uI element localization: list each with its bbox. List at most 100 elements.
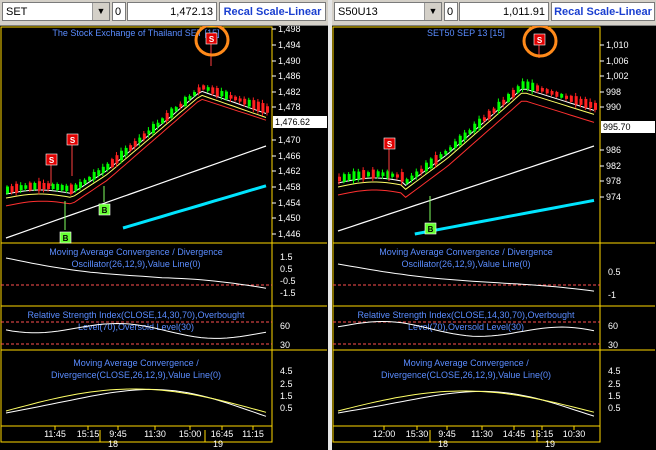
right-candle	[453, 141, 457, 148]
left-trend-line	[122, 184, 267, 230]
right-ma-mid-line	[337, 92, 595, 190]
right-macd2-title-1: Moving Average Convergence /	[403, 358, 529, 368]
left-candle	[47, 183, 51, 190]
left-chart-title: The Stock Exchange of Thailand SET [15]	[52, 28, 219, 38]
left-candle	[33, 182, 37, 190]
right-candle	[497, 101, 501, 111]
chevron-down-icon[interactable]: ▼	[92, 3, 109, 20]
right-candle	[521, 81, 525, 90]
right-signal-label: B	[428, 225, 434, 234]
left-candle	[151, 123, 155, 134]
right-candle	[429, 158, 433, 169]
left-price-axis-label: 1,486	[278, 71, 301, 81]
left-chart-area[interactable]: The Stock Exchange of Thailand SET [15] 1…	[0, 26, 328, 450]
right-last-price-tag: 995.70	[603, 122, 631, 132]
right-rsi-axis-label: 30	[608, 340, 618, 350]
right-candle	[415, 171, 419, 177]
left-macd2-axis-label: 2.5	[280, 379, 293, 389]
left-time-label: 11:15	[242, 429, 264, 439]
right-ma-slow-line	[337, 100, 595, 198]
left-macd2-line	[5, 388, 267, 413]
left-price-axis-label: 1,454	[278, 198, 301, 208]
left-rsi-title-1: Relative Strength Index(CLOSE,14,30,70),…	[27, 310, 245, 320]
left-price-axis-label: 1,494	[278, 40, 301, 50]
right-candle	[536, 85, 540, 92]
left-macd2-title-2: Divergence(CLOSE,26,12,9),Value Line(0)	[51, 370, 221, 380]
left-candle	[220, 91, 224, 97]
right-symbol-value: S50U13	[338, 6, 378, 18]
left-candle	[211, 87, 215, 94]
right-chart-title: SET50 SEP 13 [15]	[427, 28, 505, 38]
right-price-axis-label: 1,002	[606, 71, 629, 81]
left-candle	[147, 130, 151, 135]
right-candle	[569, 95, 573, 102]
left-symbol-select[interactable]: SET ▼	[2, 2, 110, 21]
right-candle	[376, 171, 380, 177]
left-candle	[78, 181, 82, 188]
left-rsi-axis-label: 30	[280, 340, 290, 350]
right-recal-scale-button[interactable]: Recal Scale-Linear	[551, 2, 655, 21]
left-price-axis-label: 1,458	[278, 182, 301, 192]
left-macd-axis-label: -1.5	[280, 288, 296, 298]
right-candle	[347, 173, 351, 180]
right-day-label: 19	[545, 439, 555, 449]
right-candle	[511, 89, 515, 98]
left-candle	[261, 103, 265, 113]
right-signal-label: S	[387, 140, 393, 149]
right-candle	[589, 101, 593, 108]
left-macd-axis-label: 1.5	[280, 252, 293, 262]
left-candle	[247, 99, 251, 107]
right-candle	[405, 179, 409, 184]
left-candle	[161, 118, 165, 124]
right-candle	[550, 90, 554, 95]
chevron-down-icon[interactable]: ▼	[424, 3, 441, 20]
left-candle	[37, 181, 41, 191]
right-ma-long-line	[337, 145, 595, 232]
right-symbol-select[interactable]: S50U13 ▼	[334, 2, 442, 21]
right-candle	[555, 91, 559, 97]
right-rsi-axis-label: 60	[608, 321, 618, 331]
left-zero-field: 0	[112, 2, 126, 21]
right-price-axis-label: 986	[606, 145, 621, 155]
right-candle	[516, 86, 520, 93]
right-candle	[560, 93, 564, 98]
left-recal-scale-button[interactable]: Recal Scale-Linear	[219, 2, 326, 21]
left-macd2-signal-line	[5, 388, 267, 417]
left-candle	[110, 159, 114, 168]
right-candle	[531, 82, 535, 91]
left-macd-axis-label: -0.5	[280, 276, 296, 286]
right-candle	[579, 98, 583, 105]
left-candle	[234, 96, 238, 101]
left-time-label: 16:45	[211, 429, 234, 439]
right-chart-area[interactable]: SET50 SEP 13 [15] 1,010 1,006 1,002 998 990 98…	[332, 26, 656, 450]
right-candle	[352, 171, 356, 181]
left-candle	[252, 100, 256, 110]
right-time-label: 10:30	[563, 429, 586, 439]
right-candle	[434, 155, 438, 165]
left-candle	[170, 108, 174, 118]
right-candle	[424, 162, 428, 172]
left-candle	[202, 85, 206, 90]
left-price-axis-label: 1,462	[278, 166, 301, 176]
right-trend-line	[414, 198, 595, 236]
left-candle	[83, 179, 87, 184]
left-candle	[56, 183, 60, 191]
left-candle	[106, 163, 110, 170]
left-candle	[120, 150, 124, 161]
right-candle	[584, 98, 588, 108]
left-candle	[65, 185, 69, 192]
right-price-axis-label: 998	[606, 87, 621, 97]
left-price-axis-label: 1,482	[278, 87, 301, 97]
left-candle	[266, 106, 269, 113]
right-last-price: 1,011.91	[459, 2, 549, 21]
left-signal-label: S	[209, 35, 215, 44]
left-signal-label: B	[63, 234, 69, 243]
left-candle	[60, 185, 64, 191]
right-price-axis-label: 974	[606, 192, 621, 202]
left-day-label: 19	[213, 439, 223, 449]
left-candle	[179, 103, 183, 107]
left-symbol-value: SET	[6, 6, 28, 18]
right-candle	[357, 171, 361, 180]
left-macd2-axis-label: 1.5	[280, 391, 293, 401]
right-price-axis-label: 1,006	[606, 56, 629, 66]
